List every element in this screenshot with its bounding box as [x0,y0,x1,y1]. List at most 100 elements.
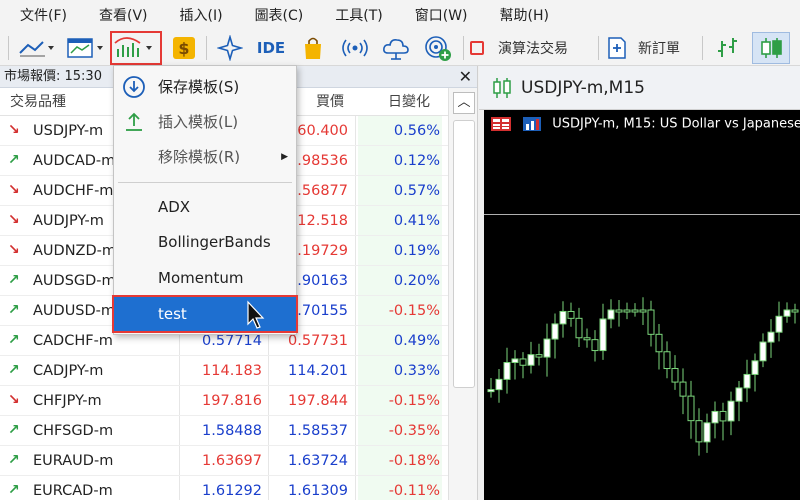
symbol-cell: AUDCHF-m [33,183,114,199]
symbol-cell: CHFSGD-m [33,423,114,439]
template-label: test [158,305,187,323]
sparkle-icon [217,35,243,61]
bid-cell: 1.61292 [202,483,262,499]
save-template-label: 保存模板(S) [158,78,240,96]
new-order-icon [608,37,626,59]
table-row[interactable]: ↗ CADJPY-m 114.183 114.201 0.33% [0,356,448,386]
market-watch-scrollbar[interactable]: ︿ [448,88,477,500]
candle-body [575,317,583,339]
symbol-cell: USDJPY-m [33,123,104,139]
menu-charts[interactable]: 圖表(C) [241,5,322,25]
remove-template-label: 移除模板(R) [158,148,241,166]
algo-trading-button[interactable]: 演算法交易 [470,30,594,66]
scroll-up-chevron-icon[interactable]: ︿ [453,92,475,114]
menu-view[interactable]: 查看(V) [85,5,166,25]
remove-template-item[interactable]: 移除模板(R) ▶ [114,140,296,174]
chart-properties-button[interactable] [64,30,108,66]
scroll-thumb[interactable] [453,120,475,388]
candle-body [583,337,591,341]
templates-button-highlight [110,31,162,65]
menu-insert[interactable]: 插入(I) [166,5,241,25]
column-header-change[interactable]: 日變化 [388,88,430,116]
template-item-momentum[interactable]: Momentum [114,261,296,295]
signals-button[interactable] [214,30,246,66]
insert-template-item[interactable]: 插入模板(L) [114,105,296,139]
menu-bar: 文件(F) 查看(V) 插入(I) 圖表(C) 工具(T) 窗口(W) 幫助(H… [0,0,800,30]
new-order-button[interactable]: 新訂單 [606,30,696,66]
change-cell: 0.49% [358,326,442,355]
candle-body [743,373,751,389]
template-item-bollingerbands[interactable]: BollingerBands [114,225,296,259]
candle-body [551,323,559,340]
broadcast-icon [342,39,368,57]
candle-body [591,339,599,352]
candlestick-icon [493,78,511,98]
bid-cell: 114.183 [202,363,262,379]
candle-body [503,362,511,380]
symbol-cell: AUDSGD-m [33,273,116,289]
template-label: Momentum [158,269,244,287]
candle-body [751,360,759,375]
save-template-item[interactable]: 保存模板(S) [114,70,296,104]
line-chart-button[interactable] [16,30,58,66]
symbol-cell: AUDNZD-m [33,243,116,259]
candle-body [495,378,503,391]
arrow-up-icon: ↗ [8,152,20,168]
menu-tools[interactable]: 工具(T) [321,5,400,25]
candle-body [599,318,607,352]
symbol-cell: EURCAD-m [33,483,113,499]
templates-dropdown-menu: 保存模板(S) 插入模板(L) 移除模板(R) ▶ ADX BollingerB… [112,65,298,335]
template-item-adx[interactable]: ADX [114,190,296,224]
arrow-up-icon: ↗ [8,302,20,318]
table-row[interactable]: ↗ EURAUD-m 1.63697 1.63724 -0.18% [0,446,448,476]
arrow-up-icon: ↗ [8,452,20,468]
signals-radio-button[interactable] [338,30,372,66]
template-label: ADX [158,198,191,216]
trading-button[interactable]: $ [168,30,200,66]
candle-body [783,309,791,317]
candlestick-button[interactable] [752,32,790,64]
ohlc-bars-icon [718,38,737,57]
ask-cell: 114.201 [288,363,348,379]
close-icon[interactable]: ✕ [459,66,472,88]
market-button[interactable] [296,30,330,66]
vps-button[interactable] [378,30,414,66]
symbol-cell: AUDCAD-m [33,153,116,169]
column-header-ask[interactable]: 買價 [316,88,344,116]
table-row[interactable]: ↗ EURCAD-m 1.61292 1.61309 -0.11% [0,476,448,500]
template-item-test[interactable]: test [112,295,298,333]
change-cell: 0.57% [358,176,442,205]
candle-body [703,422,711,443]
market-watch-title: 市場報價: 15:30 [4,69,102,84]
ide-label: IDE [256,39,286,57]
candle-body [511,358,519,364]
new-order-label: 新訂單 [638,41,680,57]
candlestick-icon [761,38,782,58]
arrow-up-icon: ↗ [8,272,20,288]
bid-cell: 197.816 [202,393,262,409]
bar-chart-button[interactable] [710,30,746,66]
menu-window[interactable]: 窗口(W) [401,5,486,25]
toolbar-separator [598,36,599,60]
change-cell: -0.18% [358,446,442,475]
change-cell: 0.41% [358,206,442,235]
menu-file[interactable]: 文件(F) [6,5,85,25]
community-button[interactable] [420,30,456,66]
table-row[interactable]: ↘ CHFJPY-m 197.816 197.844 -0.15% [0,386,448,416]
save-download-icon [123,76,145,98]
svg-text:$: $ [178,39,189,58]
ide-button[interactable]: IDE [252,30,290,66]
price-chart[interactable]: USDJPY-m, M15: US Dollar vs Japanese Yen [484,110,800,500]
toolbar-separator [463,36,464,60]
candle-body [735,387,743,402]
target-plus-icon [425,36,451,61]
candle-body [607,309,615,320]
candle-body [695,420,703,443]
menu-help[interactable]: 幫助(H) [486,5,567,25]
chart-tab[interactable]: USDJPY-m,M15 [479,66,800,110]
change-cell: 0.20% [358,266,442,295]
candle-body [639,309,647,313]
insert-template-label: 插入模板(L) [158,113,239,131]
column-header-symbol[interactable]: 交易品種 [10,88,66,116]
table-row[interactable]: ↗ CHFSGD-m 1.58488 1.58537 -0.35% [0,416,448,446]
